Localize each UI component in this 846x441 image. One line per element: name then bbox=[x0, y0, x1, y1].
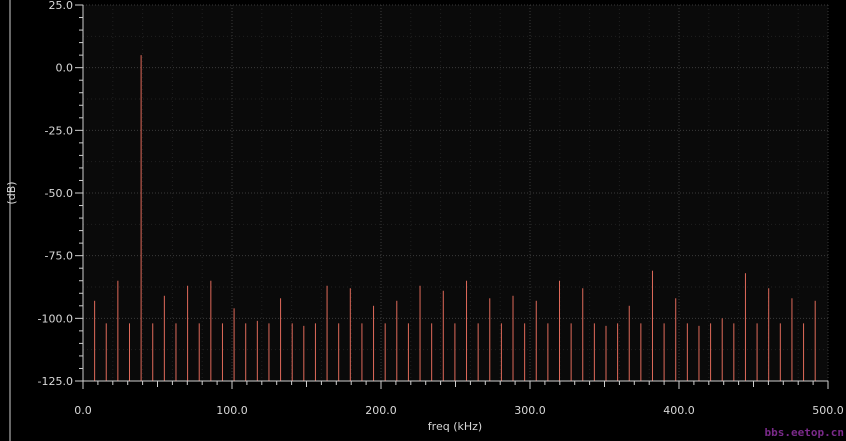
x-tick-label: 300.0 bbox=[514, 404, 546, 417]
y-tick-label: -50.0 bbox=[45, 187, 73, 200]
y-tick-label: -75.0 bbox=[45, 250, 73, 263]
y-axis-title: (dB) bbox=[5, 181, 18, 204]
y-tick-label: -100.0 bbox=[38, 312, 73, 325]
y-tick-label: 25.0 bbox=[49, 0, 74, 12]
spectrum-chart: 0.0 100.0 200.0 300.0 400.0 500.0 25.0 0.0 -25.0… bbox=[5, 0, 844, 441]
watermark-text: bbs.eetop.cn bbox=[764, 426, 844, 439]
x-axis-title: freq (kHz) bbox=[428, 420, 482, 433]
x-tick-label: 400.0 bbox=[663, 404, 695, 417]
x-tick-label: 0.0 bbox=[74, 404, 92, 417]
x-tick-label: 200.0 bbox=[365, 404, 397, 417]
y-tick-label: -125.0 bbox=[38, 375, 73, 388]
y-tick-label: -25.0 bbox=[45, 124, 73, 137]
y-tick-label: 0.0 bbox=[56, 62, 74, 75]
x-tick-label: 100.0 bbox=[216, 404, 248, 417]
x-tick-label: 500.0 bbox=[812, 404, 844, 417]
